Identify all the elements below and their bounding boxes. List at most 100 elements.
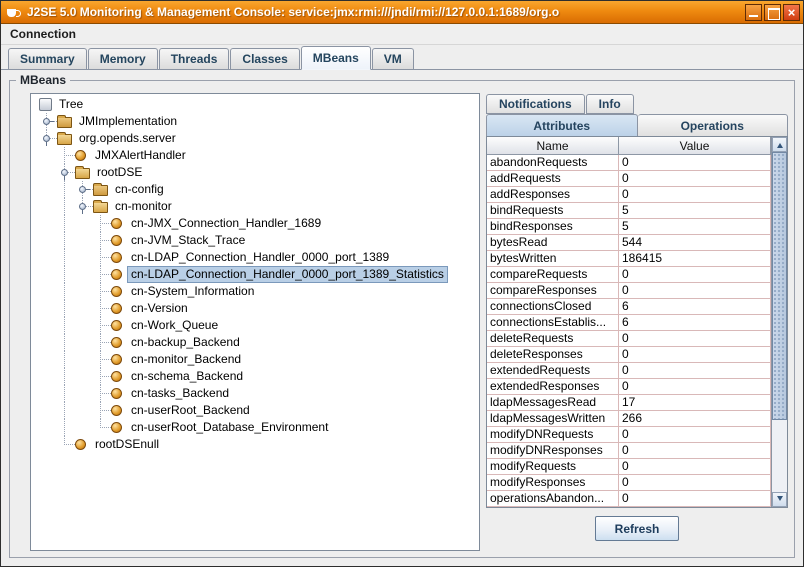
table-row[interactable]: ldapMessagesWritten 266	[487, 411, 771, 427]
scroll-up-button[interactable]	[772, 137, 787, 152]
tab-memory[interactable]: Memory	[87, 48, 158, 69]
tree-node[interactable]: cn-System_Information	[31, 283, 479, 300]
tree-node[interactable]: cn-monitor	[31, 198, 479, 215]
tree-node[interactable]: cn-config	[31, 181, 479, 198]
tree-node[interactable]: cn-monitor_Backend	[31, 351, 479, 368]
scrollbar-track[interactable]	[772, 152, 787, 492]
tree-node[interactable]: rootDSEnull	[31, 436, 479, 453]
minimize-button[interactable]	[745, 3, 762, 21]
tree-node[interactable]: Tree	[31, 96, 479, 113]
tree-node[interactable]: org.opends.server	[31, 130, 479, 147]
detail-tab-attributes[interactable]: Attributes	[486, 114, 638, 136]
tree-node-label: cn-System_Information	[131, 284, 255, 298]
tree-node[interactable]: rootDSE	[31, 164, 479, 181]
close-button[interactable]	[783, 3, 800, 21]
attribute-name-cell: modifyRequests	[487, 459, 619, 475]
scroll-down-button[interactable]	[772, 492, 787, 507]
tree-toggle-icon[interactable]	[61, 169, 68, 180]
vertical-scrollbar[interactable]	[771, 137, 787, 507]
tree-node[interactable]: cn-backup_Backend	[31, 334, 479, 351]
detail-tab-operations[interactable]: Operations	[637, 114, 788, 136]
tree-node[interactable]: JMImplementation	[31, 113, 479, 130]
table-row[interactable]: addRequests 0	[487, 171, 771, 187]
tree-node[interactable]: cn-JVM_Stack_Trace	[31, 232, 479, 249]
attribute-value-cell: 0	[619, 379, 771, 395]
mbean-detail-pane: Notifications Info Attributes Operations N…	[486, 93, 788, 551]
tab-mbeans[interactable]: MBeans	[300, 46, 371, 70]
table-row[interactable]: modifyDNRequests 0	[487, 427, 771, 443]
root-icon	[39, 98, 52, 111]
attribute-value-cell: 0	[619, 491, 771, 507]
menu-connection[interactable]: Connection	[1, 27, 85, 41]
table-row[interactable]: deleteResponses 0	[487, 347, 771, 363]
tree-connector-line	[64, 155, 75, 156]
attribute-name-cell: compareResponses	[487, 283, 619, 299]
attribute-value-cell: 0	[619, 363, 771, 379]
attribute-name-cell: deleteResponses	[487, 347, 619, 363]
table-row[interactable]: operationsAbandon... 0	[487, 491, 771, 507]
tab-classes[interactable]: Classes	[230, 48, 300, 69]
table-row[interactable]: connectionsEstablis... 6	[487, 315, 771, 331]
maximize-button[interactable]	[764, 3, 781, 21]
mbean-tree[interactable]: Tree JMImplementation org.opends.server JMX…	[30, 93, 480, 551]
attribute-value-cell: 0	[619, 267, 771, 283]
title-bar[interactable]: J2SE 5.0 Monitoring & Management Console…	[1, 1, 803, 24]
column-header-value[interactable]: Value	[619, 137, 771, 155]
tree-node[interactable]: cn-LDAP_Connection_Handler_0000_port_138…	[31, 249, 479, 266]
attribute-name-cell: ldapMessagesRead	[487, 395, 619, 411]
attribute-name-cell: bytesWritten	[487, 251, 619, 267]
tree-node[interactable]: JMXAlertHandler	[31, 147, 479, 164]
table-row[interactable]: deleteRequests 0	[487, 331, 771, 347]
table-row[interactable]: extendedResponses 0	[487, 379, 771, 395]
table-row[interactable]: modifyDNResponses 0	[487, 443, 771, 459]
table-row[interactable]: extendedRequests 0	[487, 363, 771, 379]
tree-connector-line	[100, 240, 111, 241]
window-controls	[745, 3, 800, 21]
attribute-value-cell: 0	[619, 475, 771, 491]
tree-node[interactable]: cn-userRoot_Backend	[31, 402, 479, 419]
tree-node-label: cn-LDAP_Connection_Handler_0000_port_138…	[131, 250, 390, 264]
scrollbar-thumb[interactable]	[772, 152, 787, 420]
tree-toggle-icon[interactable]	[43, 118, 54, 125]
table-row[interactable]: modifyRequests 0	[487, 459, 771, 475]
tree-node[interactable]: cn-Version	[31, 300, 479, 317]
tree-node[interactable]: cn-LDAP_Connection_Handler_0000_port_138…	[31, 266, 479, 283]
mbean-icon	[111, 252, 122, 263]
tree-node[interactable]: cn-userRoot_Database_Environment	[31, 419, 479, 436]
tab-vm[interactable]: VM	[371, 48, 414, 69]
tree-node[interactable]: cn-JMX_Connection_Handler_1689	[31, 215, 479, 232]
table-row[interactable]: bindResponses 5	[487, 219, 771, 235]
table-row[interactable]: addResponses 0	[487, 187, 771, 203]
tree-toggle-icon[interactable]	[79, 186, 90, 193]
detail-tab-info[interactable]: Info	[585, 94, 634, 114]
table-row[interactable]: ldapMessagesRead 17	[487, 395, 771, 411]
tree-node[interactable]: cn-tasks_Backend	[31, 385, 479, 402]
tree-connector-line	[64, 215, 65, 232]
mbean-icon	[111, 320, 122, 331]
attribute-name-cell: modifyResponses	[487, 475, 619, 491]
table-row[interactable]: bindRequests 5	[487, 203, 771, 219]
folder-icon	[57, 115, 72, 128]
tree-node-label: cn-monitor	[115, 199, 172, 213]
folder-open-icon	[93, 200, 108, 213]
tree-node-label: JMXAlertHandler	[95, 148, 186, 162]
table-row[interactable]: abandonRequests 0	[487, 155, 771, 171]
tab-summary[interactable]: Summary	[8, 48, 87, 69]
table-row[interactable]: bytesRead 544	[487, 235, 771, 251]
tree-node[interactable]: cn-schema_Backend	[31, 368, 479, 385]
detail-tab-notifications[interactable]: Notifications	[486, 94, 585, 114]
tree-toggle-icon[interactable]	[79, 203, 86, 214]
table-row[interactable]: connectionsClosed 6	[487, 299, 771, 315]
attributes-table-grid: Name Value abandonRequests 0 addRequests 0 a…	[487, 137, 771, 507]
table-row[interactable]: compareRequests 0	[487, 267, 771, 283]
table-row[interactable]: bytesWritten 186415	[487, 251, 771, 267]
table-row[interactable]: compareResponses 0	[487, 283, 771, 299]
attribute-name-cell: deleteRequests	[487, 331, 619, 347]
refresh-button[interactable]: Refresh	[594, 516, 680, 541]
tab-threads[interactable]: Threads	[158, 48, 230, 69]
column-header-name[interactable]: Name	[487, 137, 619, 155]
table-row[interactable]: modifyResponses 0	[487, 475, 771, 491]
tree-node[interactable]: cn-Work_Queue	[31, 317, 479, 334]
tree-toggle-icon[interactable]	[43, 135, 50, 146]
tree-connector-line	[64, 249, 65, 266]
